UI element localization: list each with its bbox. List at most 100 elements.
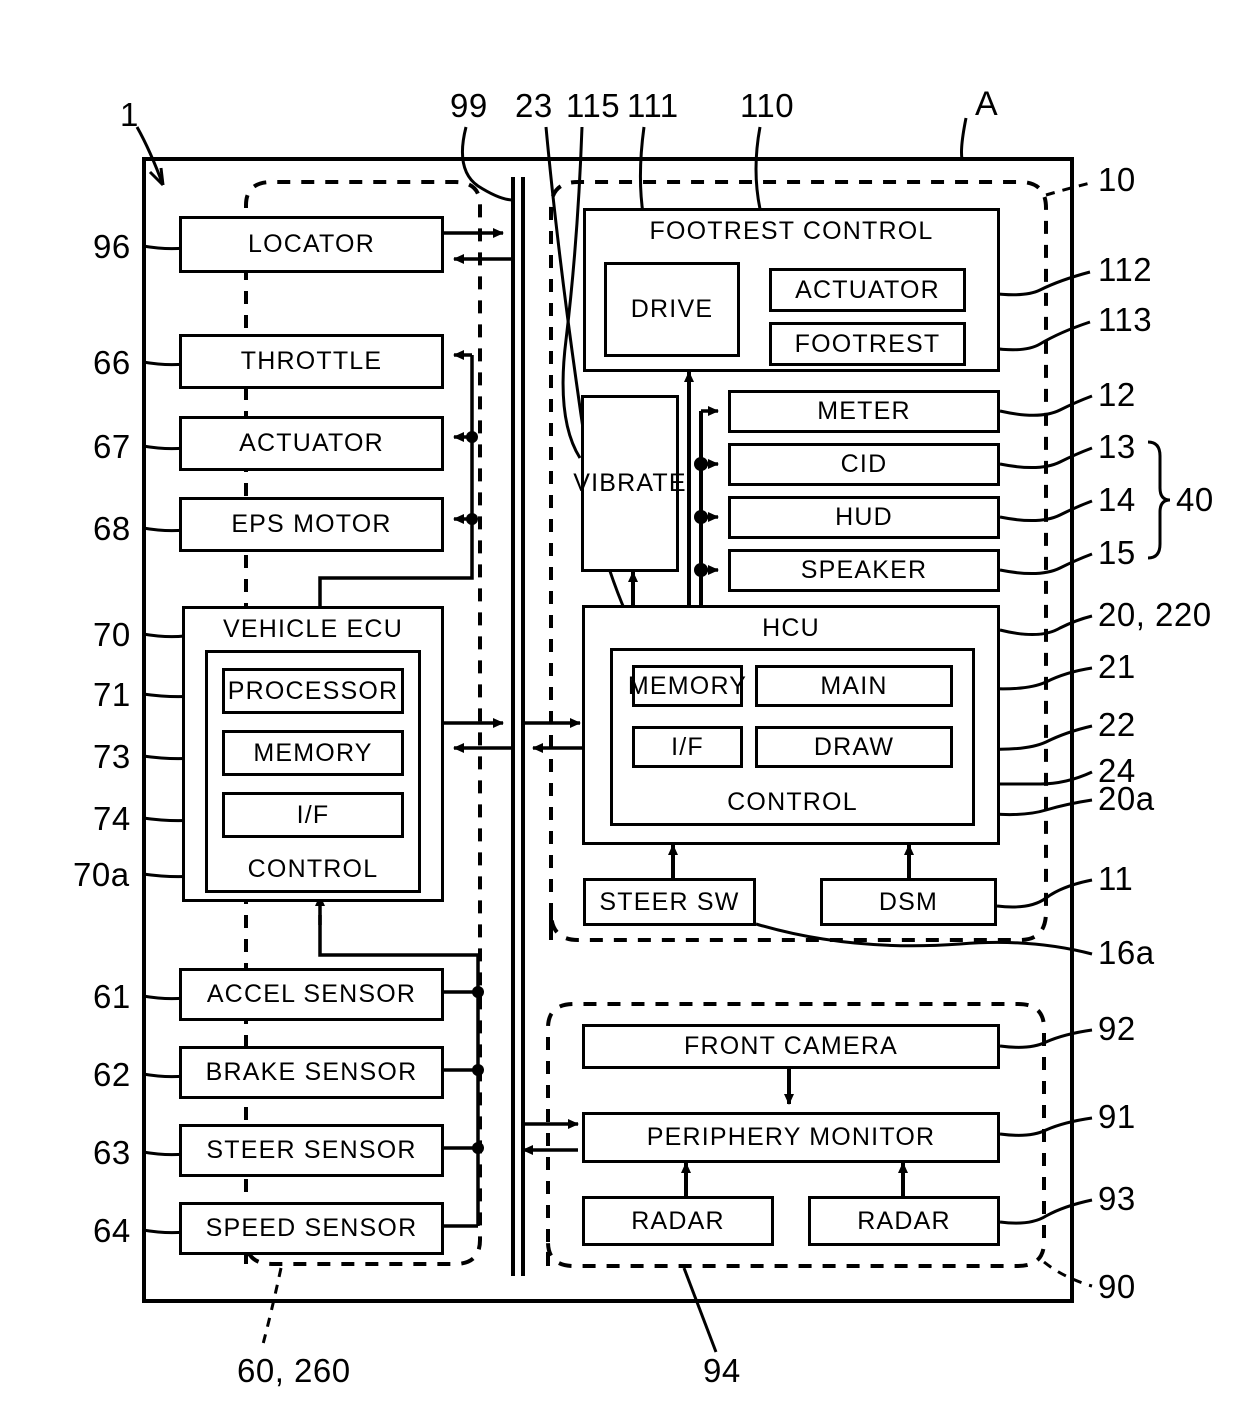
- ref-68: 68: [93, 510, 131, 547]
- box-cid-label: CID: [840, 450, 888, 478]
- ref-70a: 70a: [73, 856, 130, 893]
- box-front-camera-label: FRONT CAMERA: [684, 1032, 898, 1060]
- ref-99: 99: [450, 87, 488, 124]
- box-footrest-actuator-label: ACTUATOR: [795, 275, 940, 304]
- ref-20a: 20a: [1098, 780, 1155, 817]
- box-steer-sw[interactable]: STEER SW: [583, 878, 756, 926]
- box-hud[interactable]: HUD: [728, 496, 1000, 539]
- leader-20: [999, 614, 1093, 636]
- ref-93: 93: [1098, 1180, 1136, 1217]
- ref-60-260: 60, 260: [237, 1352, 351, 1389]
- box-throttle[interactable]: THROTTLE: [179, 334, 444, 389]
- ref-12: 12: [1098, 376, 1136, 413]
- vehicle-ecu-title: VEHICLE ECU: [223, 615, 403, 643]
- box-draw[interactable]: DRAW: [755, 726, 953, 768]
- box-periphery-monitor[interactable]: PERIPHERY MONITOR: [582, 1112, 1000, 1163]
- box-cid[interactable]: CID: [728, 443, 1000, 486]
- box-ecu-interface[interactable]: I/F: [222, 792, 404, 838]
- box-steer-sensor-label: STEER SENSOR: [206, 1136, 417, 1164]
- ref-66: 66: [93, 344, 131, 381]
- ref-90: 90: [1098, 1268, 1136, 1305]
- box-vibrate-label: VIBRATE: [573, 469, 687, 497]
- ref-111: 111: [627, 87, 679, 124]
- ref-92: 92: [1098, 1010, 1136, 1047]
- leader-60-260: [260, 1267, 283, 1349]
- box-periphery-monitor-label: PERIPHERY MONITOR: [646, 1123, 936, 1151]
- box-footrest-label: FOOTREST: [794, 329, 941, 358]
- ref-94: 94: [703, 1352, 741, 1389]
- box-meter[interactable]: METER: [728, 390, 1000, 433]
- ref-73: 73: [93, 738, 131, 775]
- footrest-control-title: FOOTREST CONTROL: [649, 217, 934, 245]
- box-hcu-interface[interactable]: I/F: [632, 726, 743, 768]
- ref-96: 96: [93, 228, 131, 265]
- ref-11: 11: [1098, 860, 1134, 897]
- ref-20-220: 20, 220: [1098, 596, 1212, 633]
- box-brake-sensor-label: BRAKE SENSOR: [205, 1058, 418, 1086]
- vehicle-ecu-control-label: CONTROL: [247, 855, 379, 883]
- hcu-title: HCU: [762, 614, 820, 642]
- ref-67: 67: [93, 428, 131, 465]
- ref-71: 71: [93, 676, 131, 713]
- box-eps-motor[interactable]: EPS MOTOR: [179, 497, 444, 552]
- ref-15: 15: [1098, 534, 1136, 571]
- box-hud-label: HUD: [835, 503, 893, 531]
- leader-A: [960, 117, 968, 160]
- box-locator[interactable]: LOCATOR: [179, 216, 444, 273]
- ref-1: 1: [120, 96, 139, 133]
- box-actuator-label: ACTUATOR: [239, 429, 384, 457]
- box-radar-left-label: RADAR: [631, 1206, 725, 1235]
- box-drive[interactable]: DRIVE: [604, 262, 740, 357]
- box-footrest[interactable]: FOOTREST: [769, 322, 966, 366]
- box-locator-label: LOCATOR: [248, 230, 375, 258]
- leader-99: [460, 126, 514, 202]
- ref-70: 70: [93, 616, 131, 653]
- box-radar-left[interactable]: RADAR: [582, 1196, 774, 1246]
- box-main-label: MAIN: [820, 671, 888, 700]
- brace-40: [1147, 440, 1171, 560]
- ref-115: 115: [566, 87, 621, 124]
- box-drive-label: DRIVE: [630, 295, 714, 323]
- box-ecu-interface-label: I/F: [296, 800, 330, 829]
- box-hcu-memory-label: MEMORY: [627, 671, 748, 700]
- box-draw-label: DRAW: [813, 732, 895, 761]
- box-speed-sensor[interactable]: SPEED SENSOR: [179, 1202, 444, 1255]
- box-accel-sensor[interactable]: ACCEL SENSOR: [179, 968, 444, 1021]
- leader-90: [1043, 1260, 1093, 1288]
- ref-22: 22: [1098, 706, 1136, 743]
- ref-61: 61: [93, 978, 131, 1015]
- box-speed-sensor-label: SPEED SENSOR: [205, 1214, 418, 1242]
- box-radar-right[interactable]: RADAR: [808, 1196, 1000, 1246]
- box-footrest-actuator[interactable]: ACTUATOR: [769, 268, 966, 312]
- box-actuator[interactable]: ACTUATOR: [179, 416, 444, 471]
- ref-112: 112: [1098, 251, 1153, 288]
- ref-40: 40: [1176, 481, 1214, 518]
- box-front-camera[interactable]: FRONT CAMERA: [582, 1024, 1000, 1069]
- ref-13: 13: [1098, 428, 1136, 465]
- box-hcu-memory[interactable]: MEMORY: [628, 665, 746, 707]
- box-meter-label: METER: [817, 397, 911, 425]
- box-processor-label: PROCESSOR: [227, 676, 399, 705]
- ref-110: 110: [740, 87, 795, 124]
- box-vibrate[interactable]: VIBRATE: [573, 395, 686, 572]
- box-hcu-interface-label: I/F: [671, 732, 704, 761]
- box-steer-sw-label: STEER SW: [599, 887, 740, 916]
- leader-94: [682, 1267, 718, 1353]
- ref-74: 74: [93, 800, 131, 837]
- ref-21: 21: [1098, 648, 1136, 685]
- ref-10: 10: [1098, 161, 1136, 198]
- box-brake-sensor[interactable]: BRAKE SENSOR: [179, 1046, 444, 1099]
- box-main[interactable]: MAIN: [755, 665, 953, 707]
- box-ecu-memory[interactable]: MEMORY: [222, 730, 404, 776]
- ref-23: 23: [515, 87, 553, 124]
- ref-63: 63: [93, 1134, 131, 1171]
- box-steer-sensor[interactable]: STEER SENSOR: [179, 1124, 444, 1177]
- box-processor[interactable]: PROCESSOR: [222, 668, 404, 714]
- box-dsm[interactable]: DSM: [820, 878, 997, 926]
- ref-A: A: [975, 85, 999, 123]
- leader-110: [754, 126, 762, 210]
- leader-1: [135, 126, 165, 186]
- ref-14: 14: [1098, 481, 1136, 518]
- box-dsm-label: DSM: [878, 887, 939, 916]
- box-speaker[interactable]: SPEAKER: [728, 549, 1000, 592]
